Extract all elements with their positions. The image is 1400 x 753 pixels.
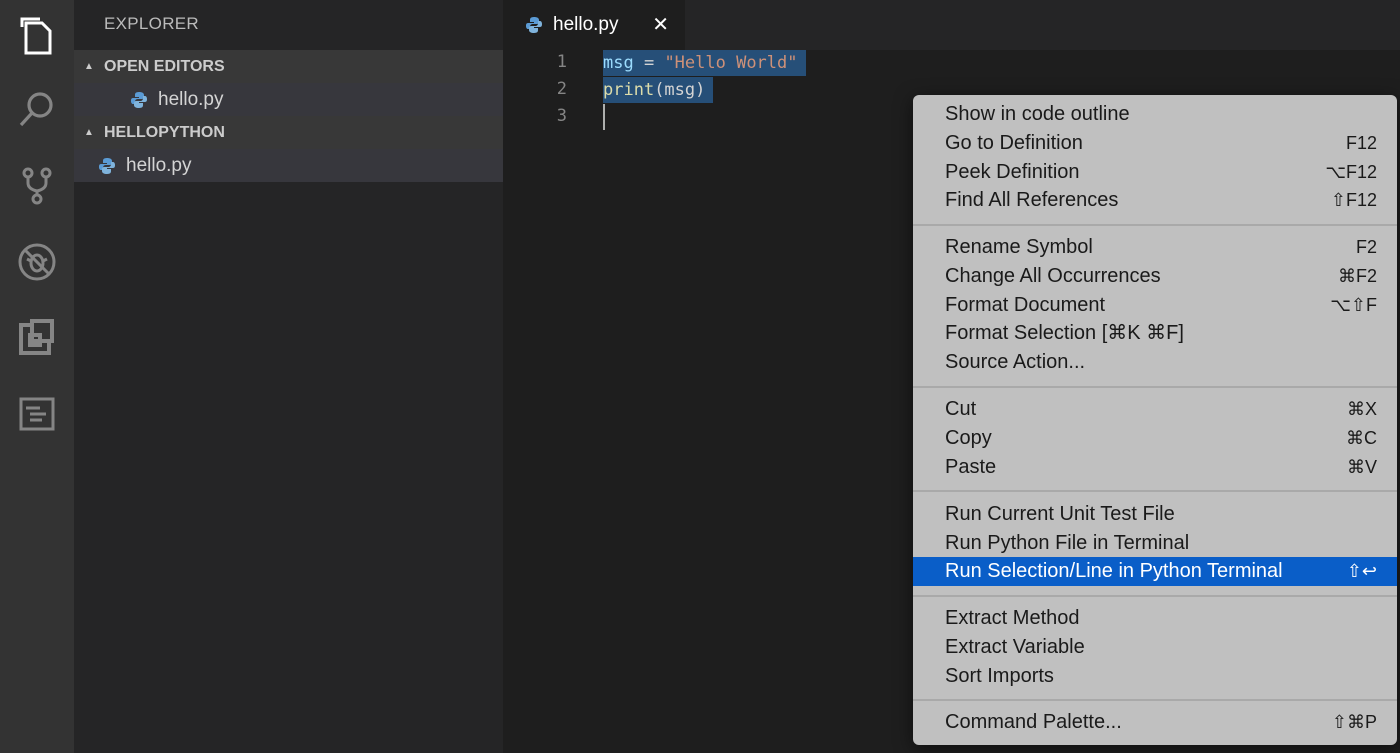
collapse-triangle-icon: ▲ <box>84 127 94 138</box>
hellopython-folder-header[interactable]: ▲ HELLOPYTHON <box>74 116 503 149</box>
menu-item-paste[interactable]: Paste ⌘V <box>913 453 1397 482</box>
menu-item-sort-imports[interactable]: Sort Imports <box>913 662 1397 691</box>
menu-item-label: Sort Imports <box>945 665 1054 687</box>
code-string: "Hello World" <box>664 53 798 73</box>
menu-item-label: Rename Symbol <box>945 236 1093 258</box>
tab-label: hello.py <box>553 14 619 35</box>
menu-item-source-action[interactable]: Source Action... <box>913 348 1397 377</box>
menu-item-command-palette[interactable]: Command Palette... ⇧⌘P <box>913 708 1397 737</box>
code-args: (msg) <box>654 80 706 100</box>
menu-item-rename-symbol[interactable]: Rename Symbol F2 <box>913 233 1397 262</box>
open-editor-filename: hello.py <box>158 88 224 110</box>
menu-item-shortcut: ⌘F2 <box>1337 266 1377 286</box>
menu-item-format-document[interactable]: Format Document ⌥⇧F <box>913 291 1397 320</box>
python-file-icon <box>131 91 147 108</box>
menu-separator <box>913 224 1397 226</box>
python-file-icon <box>99 157 115 174</box>
code-line-2[interactable]: print(msg) <box>603 77 714 103</box>
open-editors-label: OPEN EDITORS <box>104 57 225 75</box>
menu-item-shortcut: ⌘V <box>1346 457 1377 477</box>
menu-item-run-selection-line-in-python-terminal[interactable]: Run Selection/Line in Python Terminal ⇧↩ <box>913 557 1397 586</box>
open-editors-header[interactable]: ▲ OPEN EDITORS <box>74 50 503 83</box>
menu-item-label: Command Palette... <box>945 711 1122 733</box>
menu-item-show-in-code-outline[interactable]: Show in code outline <box>913 100 1397 129</box>
vscode-window: EXPLORER ▲ OPEN EDITORS hello.py ▲ HELLO… <box>0 0 1400 753</box>
menu-item-extract-variable[interactable]: Extract Variable <box>913 633 1397 662</box>
menu-item-label: Extract Method <box>945 607 1080 629</box>
menu-item-label: Run Selection/Line in Python Terminal <box>945 560 1283 582</box>
folder-filename: hello.py <box>126 154 192 176</box>
python-file-icon <box>526 17 542 33</box>
menu-item-find-all-references[interactable]: Find All References ⇧F12 <box>913 186 1397 215</box>
code-variable: msg <box>603 53 634 73</box>
menu-item-label: Format Selection [⌘K ⌘F] <box>945 322 1184 344</box>
menu-item-label: Extract Variable <box>945 636 1085 658</box>
activity-bar <box>0 0 74 753</box>
menu-item-label: Copy <box>945 427 992 449</box>
menu-item-label: Run Current Unit Test File <box>945 503 1175 525</box>
menu-item-label: Show in code outline <box>945 103 1130 125</box>
line-number: 3 <box>556 106 567 126</box>
source-control-icon[interactable] <box>0 156 74 216</box>
menu-item-go-to-definition[interactable]: Go to Definition F12 <box>913 129 1397 158</box>
menu-item-label: Find All References <box>945 189 1119 211</box>
menu-item-shortcut: ⌥⇧F <box>1330 295 1377 315</box>
explorer-icon[interactable] <box>0 6 74 66</box>
menu-item-shortcut: ⌥F12 <box>1325 162 1377 182</box>
folder-file-item[interactable]: hello.py <box>74 149 503 182</box>
menu-item-shortcut: ⇧↩ <box>1346 561 1377 581</box>
folder-label: HELLOPYTHON <box>104 123 225 141</box>
menu-item-copy[interactable]: Copy ⌘C <box>913 424 1397 453</box>
menu-item-cut[interactable]: Cut ⌘X <box>913 395 1397 424</box>
extensions-icon[interactable] <box>0 308 74 368</box>
menu-item-shortcut: ⇧⌘P <box>1331 712 1377 732</box>
collapse-triangle-icon: ▲ <box>84 61 94 72</box>
menu-item-label: Paste <box>945 456 997 478</box>
menu-item-label: Go to Definition <box>945 132 1083 154</box>
menu-item-extract-method[interactable]: Extract Method <box>913 604 1397 633</box>
line-number: 2 <box>556 79 567 99</box>
line-number: 1 <box>556 52 567 72</box>
menu-item-label: Source Action... <box>945 351 1086 373</box>
menu-item-run-python-file-in-terminal[interactable]: Run Python File in Terminal <box>913 529 1397 558</box>
close-icon[interactable]: ✕ <box>652 12 669 37</box>
code-operator: = <box>633 53 665 73</box>
menu-item-run-current-unit-test-file[interactable]: Run Current Unit Test File <box>913 500 1397 529</box>
outline-panel-icon[interactable] <box>0 384 74 444</box>
menu-separator <box>913 490 1397 492</box>
menu-item-label: Cut <box>945 398 977 420</box>
menu-item-format-selection[interactable]: Format Selection [⌘K ⌘F] <box>913 319 1397 348</box>
menu-item-label: Format Document <box>945 294 1106 316</box>
code-line-1[interactable]: msg = "Hello World" <box>603 50 806 76</box>
search-icon[interactable] <box>0 80 74 140</box>
tab-bar: hello.py ✕ <box>503 0 1400 50</box>
menu-item-shortcut: ⇧F12 <box>1330 190 1377 210</box>
tab-hello-py[interactable]: hello.py ✕ <box>503 0 685 50</box>
menu-item-label: Change All Occurrences <box>945 265 1161 287</box>
menu-separator <box>913 386 1397 388</box>
menu-item-shortcut: ⌘C <box>1346 428 1377 448</box>
menu-item-change-all-occurrences[interactable]: Change All Occurrences ⌘F2 <box>913 262 1397 291</box>
explorer-sidebar: EXPLORER ▲ OPEN EDITORS hello.py ▲ HELLO… <box>74 0 503 753</box>
menu-separator <box>913 595 1397 597</box>
menu-item-label: Run Python File in Terminal <box>945 532 1190 554</box>
context-menu: Show in code outline Go to Definition F1… <box>913 95 1397 745</box>
open-editor-item[interactable]: hello.py <box>74 83 503 116</box>
text-cursor <box>603 104 605 130</box>
menu-separator <box>913 699 1397 701</box>
menu-item-peek-definition[interactable]: Peek Definition ⌥F12 <box>913 158 1397 187</box>
menu-item-shortcut: F12 <box>1345 133 1377 153</box>
debug-icon[interactable] <box>0 232 74 292</box>
menu-item-shortcut: ⌘X <box>1346 399 1377 419</box>
sidebar-title: EXPLORER <box>104 14 199 33</box>
menu-item-label: Peek Definition <box>945 161 1080 183</box>
code-function: print <box>603 80 655 100</box>
menu-item-shortcut: F2 <box>1355 237 1377 257</box>
